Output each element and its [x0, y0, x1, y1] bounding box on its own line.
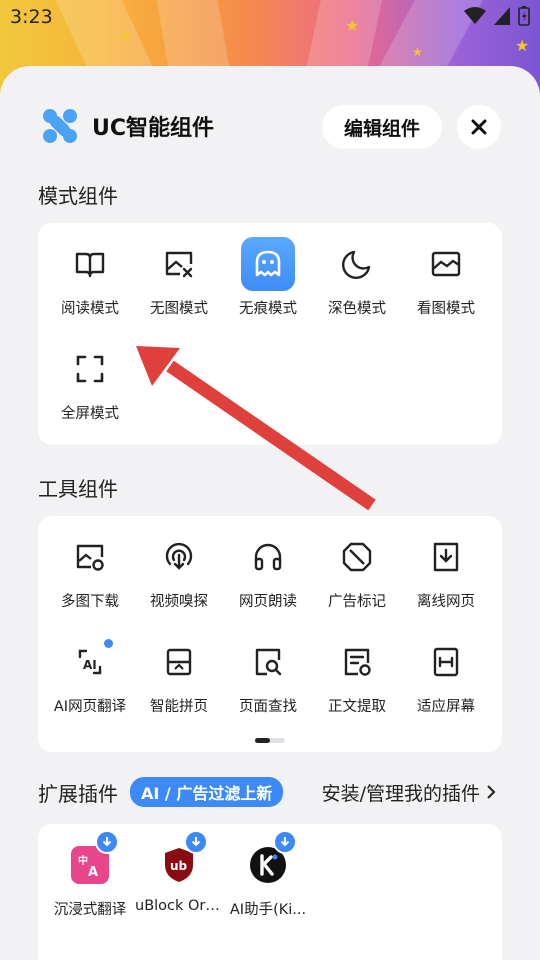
annotation-arrow — [136, 346, 376, 511]
